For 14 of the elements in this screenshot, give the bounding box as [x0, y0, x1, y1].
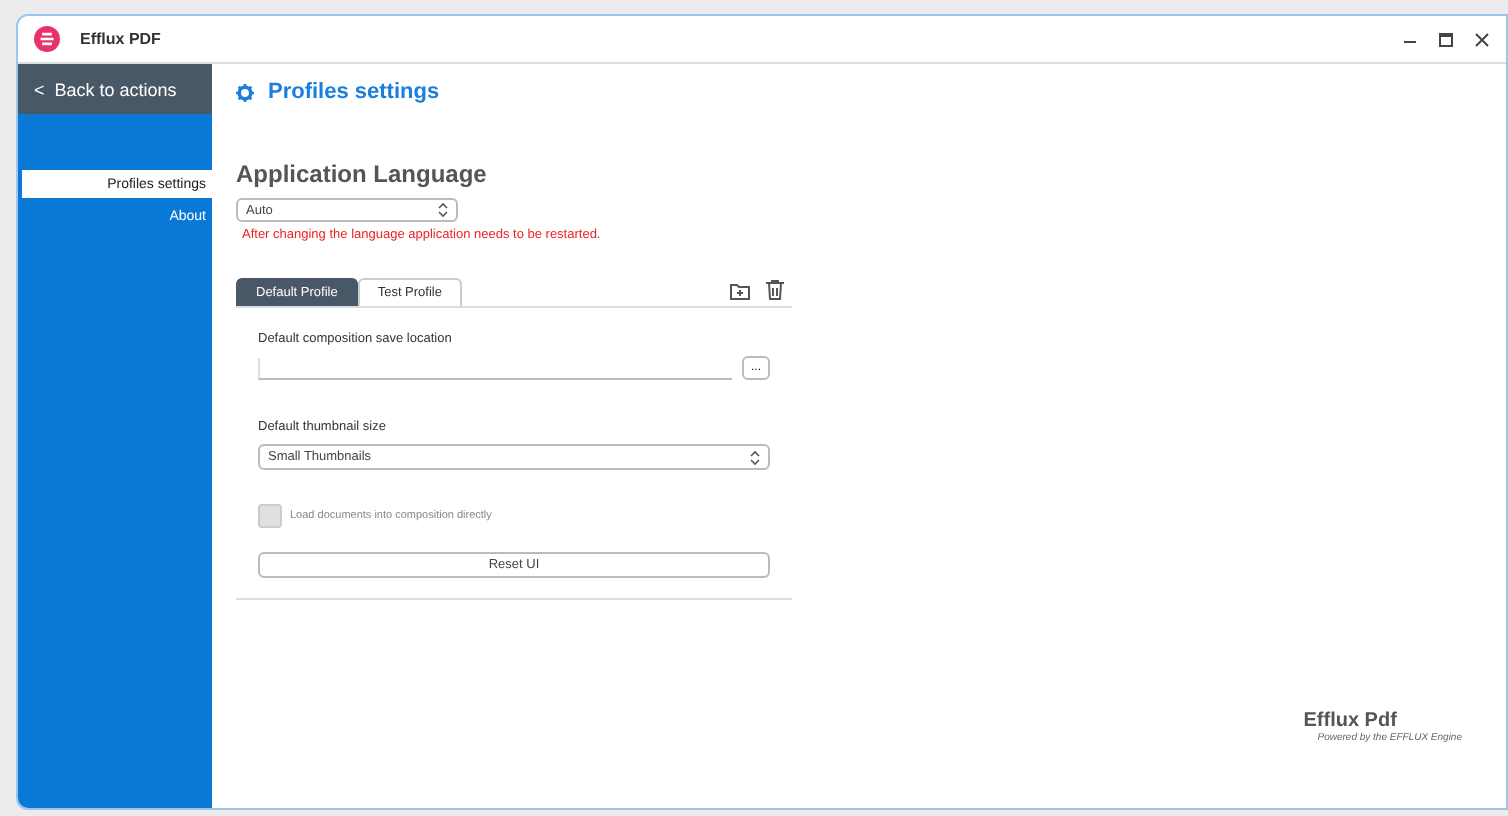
back-button[interactable]: < Back to actions	[18, 64, 212, 114]
app-logo-icon	[34, 26, 60, 52]
page-title: Profiles settings	[268, 80, 440, 104]
up-down-arrows-icon	[750, 449, 760, 465]
close-icon[interactable]	[1474, 31, 1490, 47]
brand-name: Efflux Pdf	[1303, 710, 1399, 732]
add-folder-icon[interactable]	[730, 282, 750, 300]
up-down-arrows-icon	[438, 202, 448, 218]
maximize-icon[interactable]	[1438, 31, 1454, 47]
section-heading: Application Language	[236, 160, 489, 188]
trash-icon[interactable]	[766, 280, 784, 300]
gear-icon	[236, 83, 254, 101]
window-title: Efflux PDF	[80, 30, 161, 48]
save-location-field[interactable]	[258, 358, 732, 380]
